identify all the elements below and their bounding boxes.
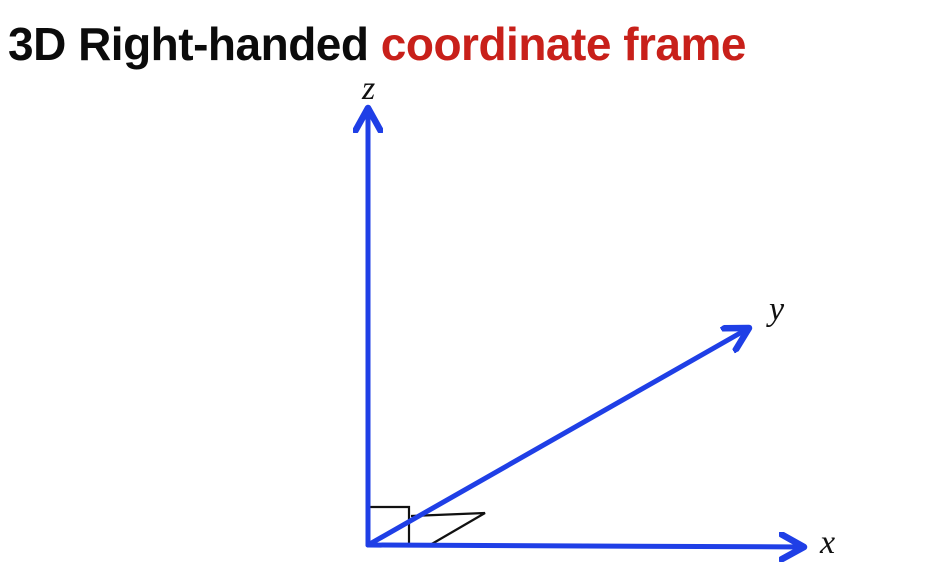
x-axis-label: x [819,524,835,561]
y-axis [365,328,749,548]
right-angle-marker-xy [410,511,486,546]
z-axis-label: z [361,70,375,107]
coordinate-frame-diagram: z y x [0,70,835,577]
x-axis [365,545,804,547]
y-axis-label: y [766,291,785,328]
